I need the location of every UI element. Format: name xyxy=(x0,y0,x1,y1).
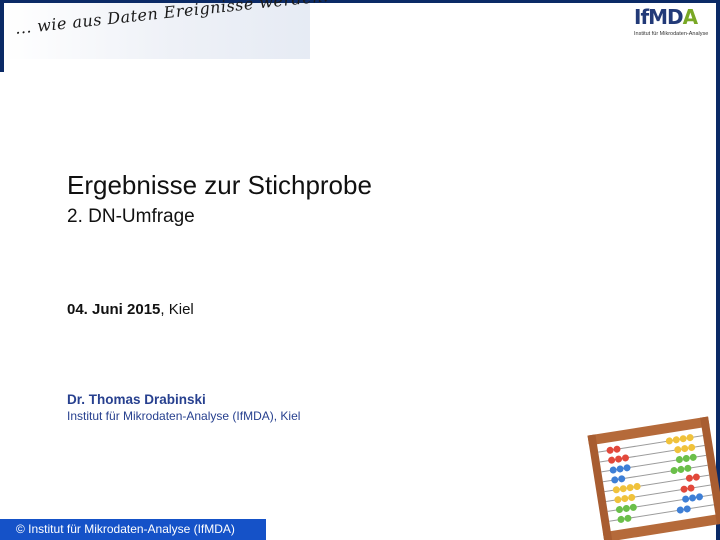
ifmda-logo: IfMDA Institut für Mikrodaten-Analyse xyxy=(634,6,710,42)
logo-subtitle: Institut für Mikrodaten-Analyse xyxy=(634,31,709,37)
logo-wordmark: IfMDA xyxy=(634,6,710,28)
slide-title: Ergebnisse zur Stichprobe xyxy=(67,170,372,200)
author-affiliation: Institut für Mikrodaten-Analyse (IfMDA),… xyxy=(67,409,301,423)
author-name: Dr. Thomas Drabinski xyxy=(67,392,206,407)
date-location: 04. Juni 2015, Kiel xyxy=(67,301,194,318)
presentation-date: 04. Juni 2015 xyxy=(67,301,161,318)
tagline-text: ... wie aus Daten Ereignisse werden. xyxy=(14,0,330,38)
logo-accent-letter: A xyxy=(682,5,699,29)
copyright-text: © Institut für Mikrodaten-Analyse (IfMDA… xyxy=(16,522,235,536)
logo-main-text: IfMD xyxy=(634,5,684,29)
tagline-banner: ... wie aus Daten Ereignisse werden. xyxy=(4,0,329,59)
copyright-footer: © Institut für Mikrodaten-Analyse (IfMDA… xyxy=(0,519,266,540)
slide-subtitle: 2. DN-Umfrage xyxy=(67,206,195,227)
abacus-image xyxy=(587,416,720,540)
presentation-place: , Kiel xyxy=(160,301,194,318)
